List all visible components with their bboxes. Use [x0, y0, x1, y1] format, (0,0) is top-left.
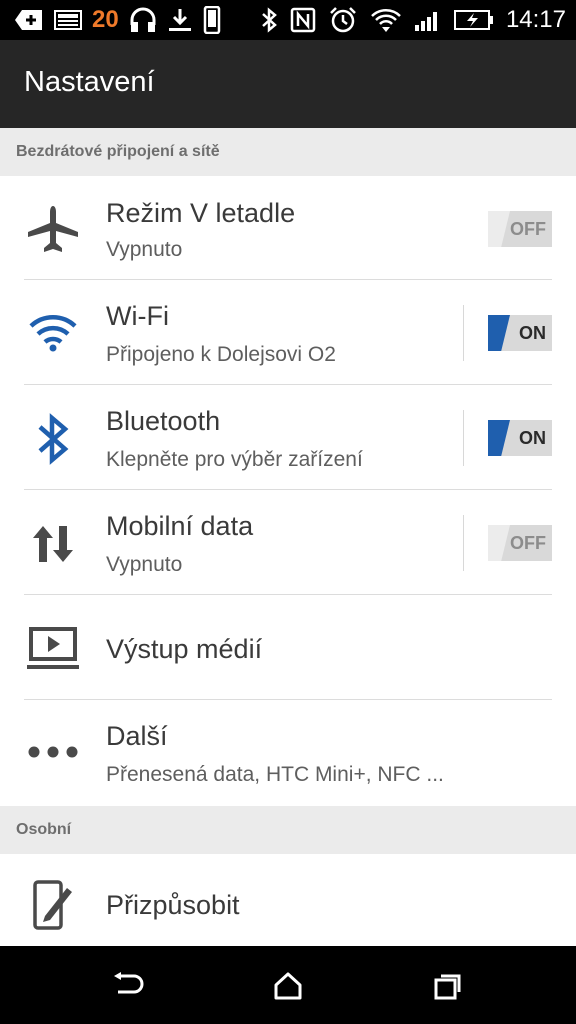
status-bar: 20 14:17 — [0, 0, 576, 40]
nfc-icon — [290, 7, 316, 33]
battery-charging-icon — [453, 10, 493, 30]
wifi-toggle[interactable]: ON — [488, 315, 552, 351]
media-output-icon — [24, 620, 82, 678]
section-header-wireless: Bezdrátové připojení a sítě — [0, 128, 576, 176]
signal-icon — [414, 12, 437, 31]
toggle-state: OFF — [510, 533, 546, 553]
setting-subtitle: Vypnuto — [106, 238, 183, 261]
mobile-data-icon — [24, 515, 82, 573]
divider — [24, 699, 552, 700]
back-icon — [114, 972, 144, 994]
setting-more[interactable]: Další Přenesená data, HTC Mini+, NFC ... — [0, 701, 576, 805]
setting-title: Další — [106, 721, 168, 751]
section-label: Osobní — [16, 821, 72, 838]
recent-apps-button[interactable] — [430, 968, 466, 1004]
back-button[interactable] — [110, 968, 146, 1004]
personalize-icon — [24, 876, 82, 934]
navigation-bar — [0, 946, 576, 1024]
mobile-data-toggle[interactable]: OFF — [488, 525, 552, 561]
airplane-icon — [24, 200, 82, 258]
divider — [24, 489, 552, 490]
setting-airplane-mode[interactable]: Režim V letadle Vypnuto OFF — [0, 176, 576, 280]
toggle-state: OFF — [510, 219, 546, 239]
headphones-icon — [130, 7, 156, 32]
notification-count: 20 — [92, 6, 119, 33]
divider — [24, 384, 552, 385]
setting-subtitle: Vypnuto — [106, 553, 183, 576]
home-icon — [274, 972, 302, 1000]
bluetooth-icon — [24, 410, 82, 468]
download-icon — [168, 9, 191, 31]
page-title: Nastavení — [24, 66, 155, 98]
toggle-state: ON — [519, 323, 546, 343]
add-notification-icon — [15, 10, 42, 30]
home-button[interactable] — [270, 968, 306, 1004]
airplane-mode-toggle[interactable]: OFF — [488, 211, 552, 247]
bluetooth-toggle[interactable]: ON — [488, 420, 552, 456]
setting-bluetooth[interactable]: Bluetooth Klepněte pro výběr zařízení ON — [0, 386, 576, 490]
setting-wifi[interactable]: Wi-Fi Připojeno k Dolejsovi O2 ON — [0, 281, 576, 385]
setting-personalize[interactable]: Přizpůsobit — [0, 854, 576, 946]
toggle-state: ON — [519, 428, 546, 448]
setting-title: Přizpůsobit — [106, 890, 240, 920]
vertical-separator — [463, 305, 464, 361]
setting-title: Bluetooth — [106, 406, 221, 436]
recent-apps-icon — [434, 974, 461, 1000]
newspaper-icon — [54, 10, 82, 30]
wifi-icon — [24, 303, 82, 361]
section-header-personal: Osobní — [0, 806, 576, 854]
divider — [24, 279, 552, 280]
divider — [24, 594, 552, 595]
setting-title: Výstup médií — [106, 634, 263, 664]
section-label: Bezdrátové připojení a sítě — [16, 143, 220, 160]
vertical-separator — [463, 515, 464, 571]
setting-title: Režim V letadle — [106, 198, 296, 228]
app-bar: Nastavení — [0, 40, 576, 128]
bluetooth-status-icon — [262, 7, 277, 33]
setting-media-output[interactable]: Výstup médií — [0, 596, 576, 700]
more-icon — [24, 723, 82, 781]
vertical-separator — [463, 410, 464, 466]
setting-subtitle: Přenesená data, HTC Mini+, NFC ... — [106, 763, 444, 786]
alarm-icon — [330, 7, 356, 33]
wifi-status-icon — [371, 9, 401, 32]
setting-mobile-data[interactable]: Mobilní data Vypnuto OFF — [0, 491, 576, 595]
setting-title: Wi-Fi — [106, 301, 169, 331]
setting-title: Mobilní data — [106, 511, 254, 541]
phone-icon — [203, 6, 220, 34]
setting-subtitle: Klepněte pro výběr zařízení — [106, 448, 363, 471]
setting-subtitle: Připojeno k Dolejsovi O2 — [106, 343, 336, 366]
clock: 14:17 — [505, 6, 566, 33]
